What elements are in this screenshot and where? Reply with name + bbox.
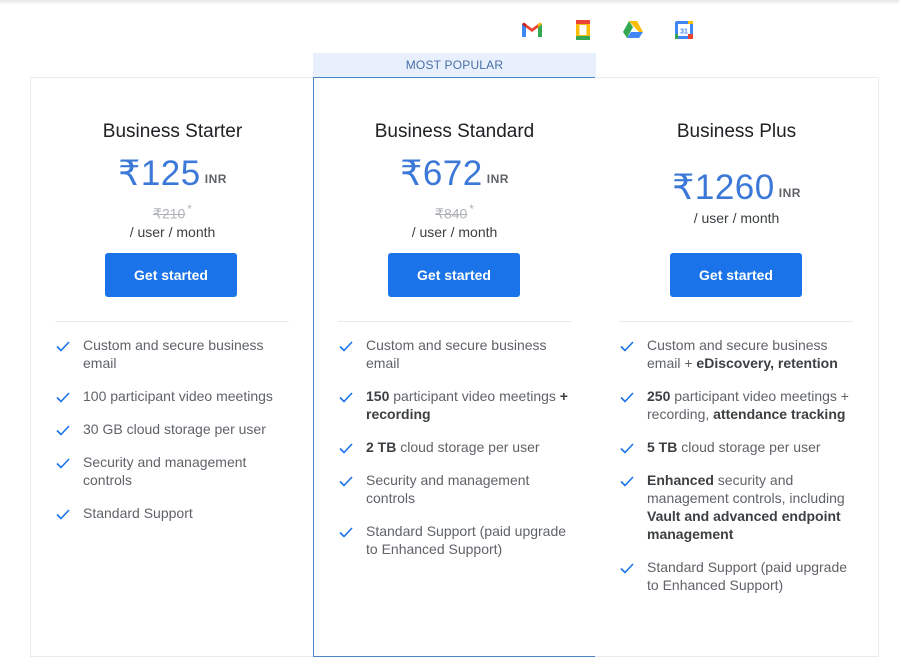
feature-text: Standard Support [83,505,193,521]
feature-item: Security and management controls [55,453,295,489]
price-amount: ₹125 [118,154,201,193]
feature-item: Standard Support (paid upgrade to Enhanc… [338,522,578,558]
plan-price: ₹125 INR [31,154,314,194]
billing-period: / user / month [129,224,216,240]
gmail-icon [522,22,542,37]
feature-list: Custom and secure business email 100 part… [55,336,295,537]
calendar-icon-label: 31 [680,29,688,36]
feature-item: 100 participant video meetings [55,387,295,405]
checkmark-icon [339,392,353,403]
checkmark-icon [339,527,353,538]
feature-text: Custom and secure business email [366,337,547,371]
checkmark-icon [56,392,70,403]
price-currency: INR [486,172,509,186]
most-popular-badge: MOST POPULAR [313,53,596,77]
checkmark-icon [620,563,634,574]
checkmark-icon [620,392,634,403]
feature-list: Custom and secure business email 150 part… [338,336,578,573]
feature-item: Custom and secure business email + eDisc… [619,336,859,372]
checkmark-icon [56,458,70,469]
feature-text: Security and management controls [366,472,530,506]
feature-text: Security and management controls [83,454,247,488]
original-price: ₹210 * [31,202,314,223]
plan-price: ₹672 INR [314,154,595,194]
checkmark-icon [56,425,70,436]
top-shadow [0,0,899,5]
checkmark-icon [620,443,634,454]
drive-icon [623,21,643,38]
feature-item: 5 TB cloud storage per user [619,438,859,456]
original-price-amount: ₹840 [435,205,468,222]
checkmark-icon [339,476,353,487]
divider [619,321,853,322]
feature-item: Enhanced security and management control… [619,471,859,543]
docs-icon [576,20,590,40]
feature-item: Custom and secure business email [55,336,295,372]
plan-card-business-starter: Business Starter ₹125 INR ₹210 * / user / … [30,77,314,657]
feature-text: 5 TB cloud storage per user [647,439,821,455]
feature-text: Custom and secure business email [83,337,264,371]
feature-text: 2 TB cloud storage per user [366,439,540,455]
feature-text: Custom and secure business email + eDisc… [647,337,838,371]
checkmark-icon [56,341,70,352]
checkmark-icon [620,341,634,352]
get-started-button[interactable]: Get started [670,253,802,297]
checkmark-icon [620,476,634,487]
price-amount: ₹672 [400,154,483,193]
feature-text: Enhanced security and management control… [647,472,845,542]
feature-text: Standard Support (paid upgrade to Enhanc… [647,559,848,593]
checkmark-icon [339,341,353,352]
billing-period: / user / month [693,210,780,226]
price-currency: INR [778,186,801,200]
original-price: ₹840 * [314,202,595,223]
feature-text: 30 GB cloud storage per user [83,421,266,437]
divider [338,321,572,322]
price-footnote-marker: * [469,202,474,216]
checkmark-icon [339,443,353,454]
price-amount: ₹1260 [672,168,775,207]
plan-price: ₹1260 INR [595,168,878,208]
feature-item: Security and management controls [338,471,578,507]
feature-item: 250 participant video meetings + recordi… [619,387,859,423]
plan-card-business-standard: Business Standard ₹672 INR ₹840 * / user /… [313,77,596,657]
feature-list: Custom and secure business email + eDisc… [619,336,859,609]
feature-item: 30 GB cloud storage per user [55,420,295,438]
calendar-icon: 31 [675,21,693,39]
price-footnote-marker: * [187,202,192,216]
feature-text: Standard Support (paid upgrade to Enhanc… [366,523,567,557]
feature-item: Standard Support (paid upgrade to Enhanc… [619,558,859,594]
feature-item: 150 participant video meetings + recordi… [338,387,578,423]
feature-item: Standard Support [55,504,295,522]
feature-item: 2 TB cloud storage per user [338,438,578,456]
feature-text: 100 participant video meetings [83,388,273,404]
plan-card-business-plus: Business Plus ₹1260 INR / user / month Ge… [595,77,879,657]
original-price-amount: ₹210 [153,205,186,222]
get-started-button[interactable]: Get started [105,253,237,297]
price-currency: INR [204,172,227,186]
billing-period: / user / month [411,224,498,240]
plan-name: Business Plus [676,121,797,142]
plan-name: Business Standard [374,121,535,142]
feature-text: 250 participant video meetings + recordi… [647,388,849,422]
checkmark-icon [56,509,70,520]
plan-name: Business Starter [102,121,243,142]
feature-text: 150 participant video meetings + recordi… [366,388,568,422]
feature-item: Custom and secure business email [338,336,578,372]
divider [55,321,289,322]
get-started-button[interactable]: Get started [388,253,520,297]
